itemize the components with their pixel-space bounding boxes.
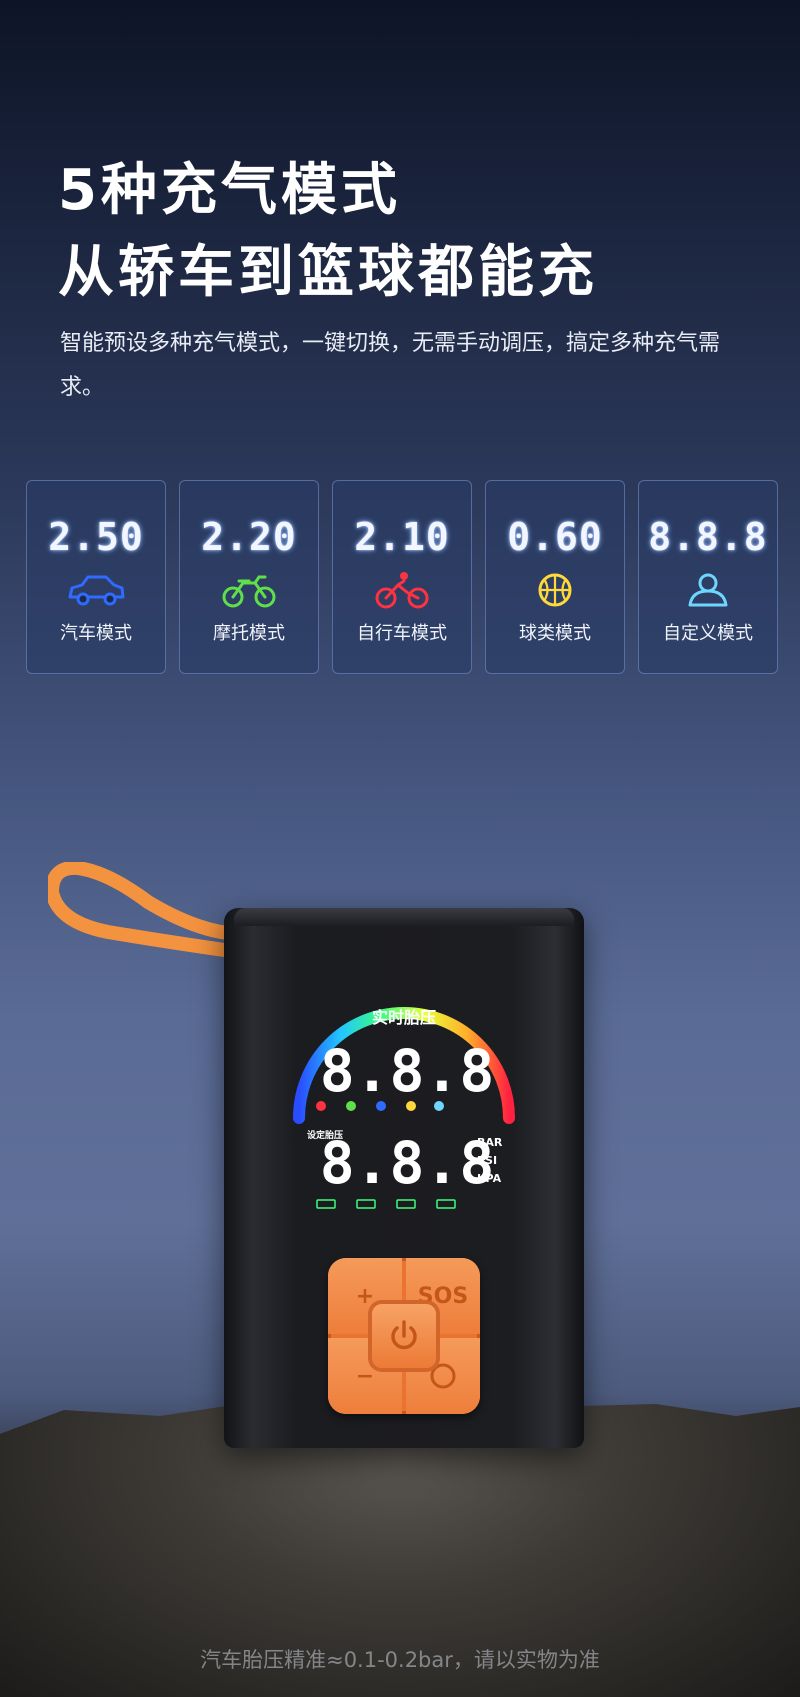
keypad: + SOS − — [328, 1258, 480, 1414]
unit-kpa: KPA — [477, 1172, 502, 1185]
bicycle-icon — [375, 572, 429, 609]
inflator-device: 实时胎压 8.8.8 设定胎压 8.8.8 BAR PSI KPA + SOS … — [224, 908, 584, 1448]
hero-title-line2: 从轿车到篮球都能充 — [58, 240, 598, 305]
mode-label: 球类模式 — [519, 623, 591, 644]
mode-card-car[interactable]: 2.50 汽车模式 — [26, 480, 166, 674]
unit-psi: PSI — [477, 1154, 497, 1167]
battery-icon — [356, 1199, 376, 1209]
mode-label: 自行车模式 — [357, 623, 447, 644]
readout-top: 8.8.8 — [320, 1037, 495, 1105]
hero-title-line1: 5种充气模式 — [58, 158, 401, 223]
ball-icon — [538, 573, 572, 607]
custom-icon — [688, 573, 728, 607]
unit-bar: BAR — [477, 1136, 503, 1149]
mode-pressure-value: 2.50 — [48, 515, 144, 559]
mode-card-custom[interactable]: 8.8.8 自定义模式 — [638, 480, 778, 674]
mode-card-list: 2.50 汽车模式 2.20 摩托模式 2.10 自行车模式 0.60 球类模式… — [26, 480, 778, 676]
power-icon — [391, 1320, 417, 1350]
device-top — [234, 908, 574, 926]
mode-card-ball[interactable]: 0.60 球类模式 — [485, 480, 625, 674]
mode-label: 自定义模式 — [663, 623, 753, 644]
battery-icon — [436, 1199, 456, 1209]
battery-icon — [316, 1199, 336, 1209]
hero-subtitle: 智能预设多种充气模式，一键切换，无需手动调压，搞定多种充气需求。 — [60, 331, 721, 400]
battery-icon — [396, 1199, 416, 1209]
mode-pressure-value: 2.20 — [201, 515, 297, 559]
mode-pressure-value: 8.8.8 — [648, 515, 768, 559]
readout-bottom: 8.8.8 — [320, 1129, 495, 1197]
mode-pressure-value: 0.60 — [507, 515, 603, 559]
lcd-display: 实时胎压 8.8.8 设定胎压 8.8.8 BAR PSI KPA — [293, 1007, 515, 1209]
car-icon — [68, 575, 125, 606]
mode-label: 汽车模式 — [60, 623, 132, 644]
lanyard-strap — [48, 862, 245, 959]
mode-label: 摩托模式 — [213, 623, 285, 644]
motorcycle-icon — [222, 575, 276, 608]
disclaimer-text: 汽车胎压精准≈0.1-0.2bar，请以实物为准 — [200, 1648, 600, 1672]
power-button[interactable] — [372, 1304, 436, 1368]
mode-card-motorcycle[interactable]: 2.20 摩托模式 — [179, 480, 319, 674]
mode-pressure-value: 2.10 — [354, 515, 450, 559]
hero-title: 5种充气模式 从轿车到篮球都能充 — [58, 150, 598, 314]
mode-card-bicycle[interactable]: 2.10 自行车模式 — [332, 480, 472, 674]
gauge-label: 实时胎压 — [372, 1008, 436, 1027]
